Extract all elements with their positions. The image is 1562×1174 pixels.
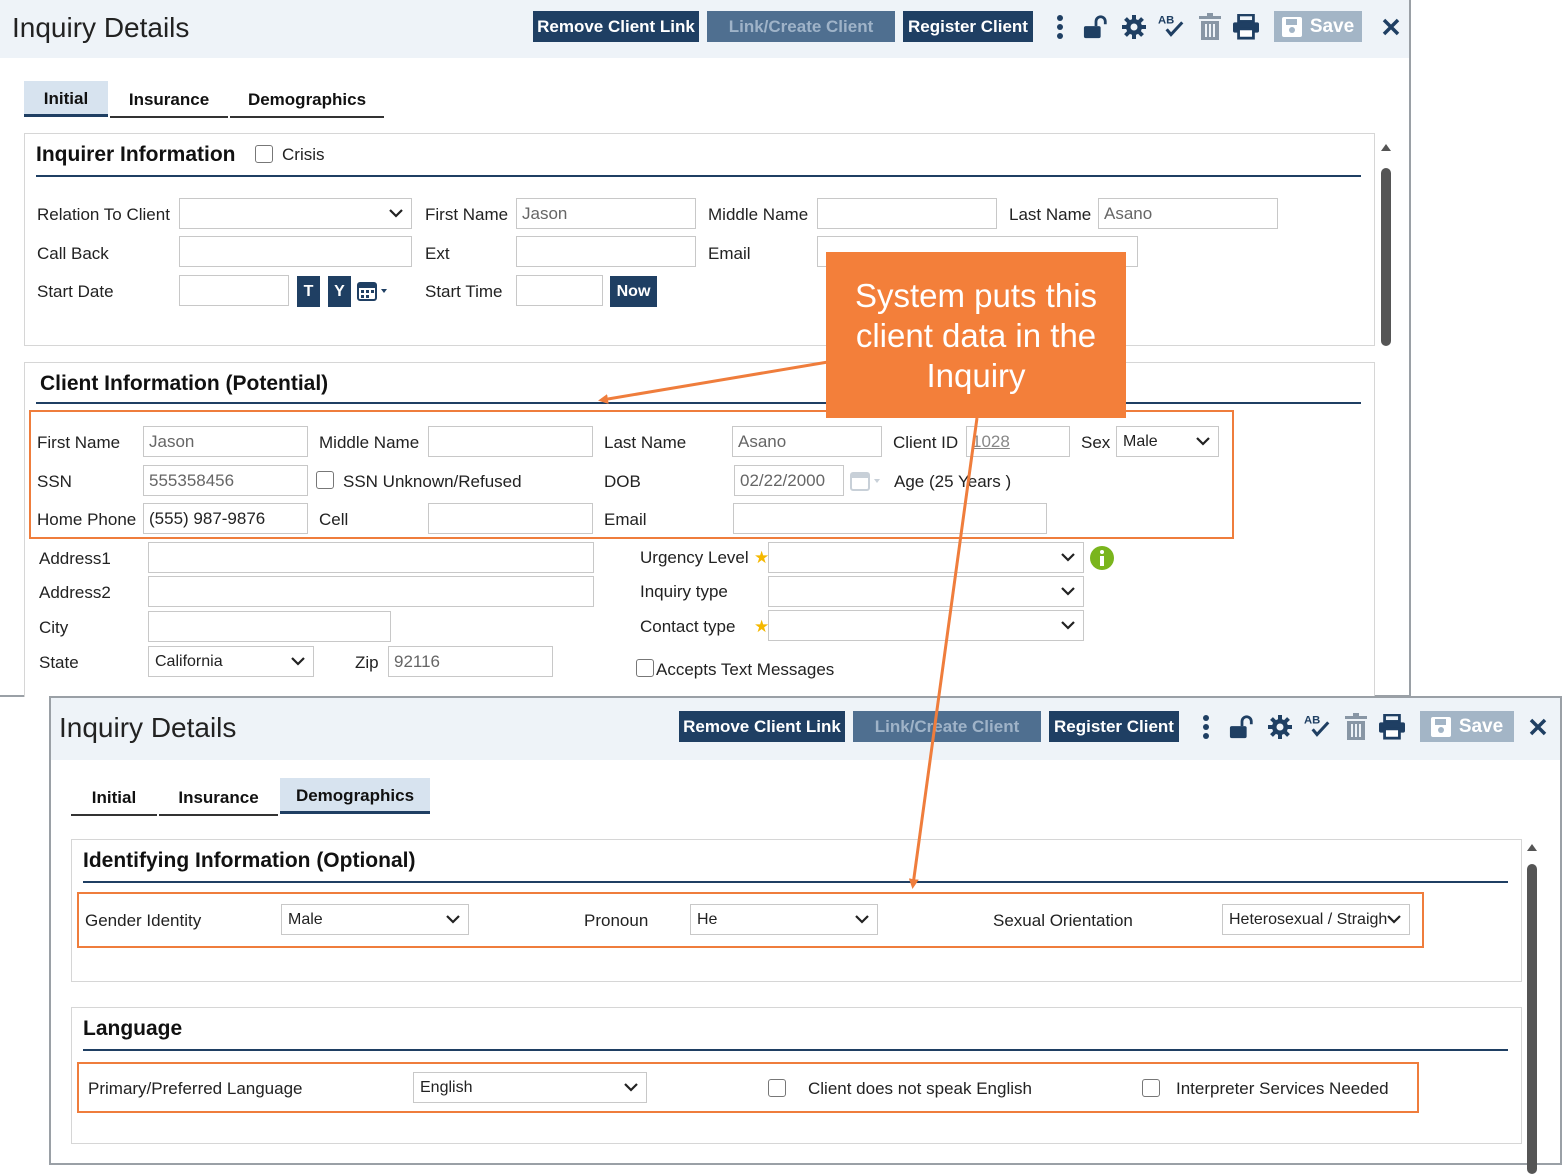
- annotation-callout: System puts this client data in the Inqu…: [826, 252, 1126, 418]
- arrow-to-demographics: [908, 417, 979, 889]
- annotation-arrows: [598, 360, 979, 889]
- arrow-to-client-info: [598, 360, 829, 404]
